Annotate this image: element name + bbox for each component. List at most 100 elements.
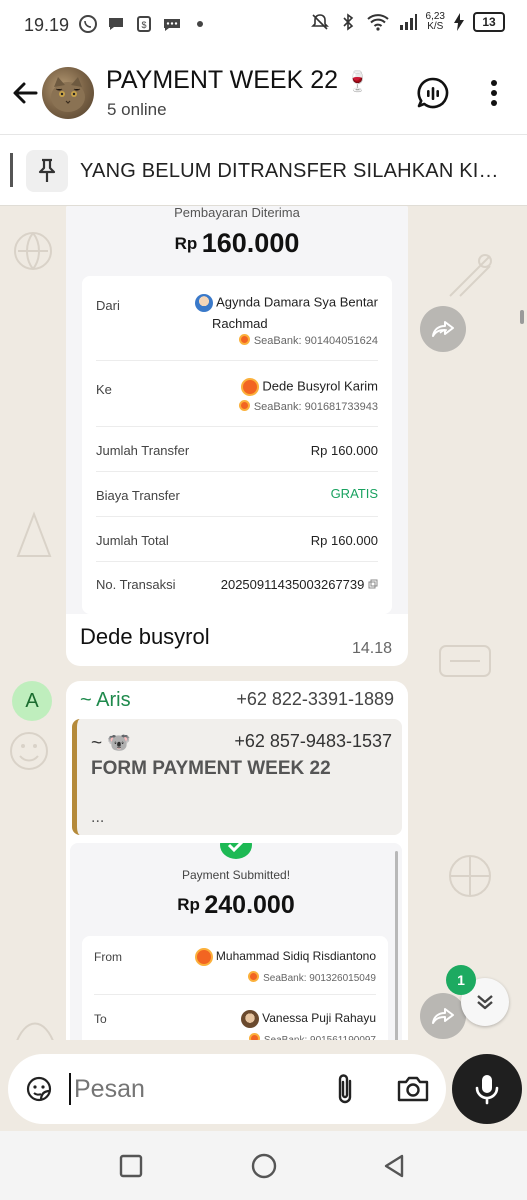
- forward-button[interactable]: [420, 993, 466, 1039]
- from-name-line1: Agynda Damara Sya Bentar: [216, 294, 378, 310]
- copy-icon[interactable]: [368, 579, 378, 589]
- voice-record-button[interactable]: [452, 1054, 522, 1124]
- to-name-text: Vanessa Puji Rahayu: [262, 1011, 376, 1026]
- pin-icon: [38, 158, 56, 182]
- text-cursor: [69, 1073, 71, 1105]
- to-bank: SeaBank: 901681733943: [178, 400, 378, 413]
- from-bank-text: SeaBank: 901326015049: [263, 973, 376, 984]
- from-label: Dari: [96, 298, 120, 313]
- chat-title[interactable]: PAYMENT WEEK 22 🍷: [106, 66, 370, 95]
- sender-name[interactable]: ~ Aris: [80, 689, 131, 712]
- message-composer[interactable]: [8, 1054, 446, 1124]
- microphone-icon: [475, 1075, 499, 1105]
- from-name-line2: Rachmad: [212, 316, 268, 331]
- amount-prefix: Rp: [174, 234, 198, 253]
- signal-icon: [399, 14, 417, 30]
- to-bank-text: SeaBank: 901681733943: [253, 401, 378, 413]
- pinned-message-text: YANG BELUM DITRANSFER SILAHKAN KIRI...: [80, 160, 510, 182]
- receipt-heading: Pembayaran Diterima: [174, 206, 300, 220]
- back-arrow-icon[interactable]: [10, 78, 40, 108]
- svg-text:$: $: [141, 20, 146, 30]
- sender-avatar: [194, 948, 213, 966]
- chat-header: PAYMENT WEEK 22 🍷 5 online: [0, 52, 527, 134]
- camera-icon[interactable]: [396, 1074, 430, 1104]
- sender-phone: +62 822-3391-1889: [236, 689, 394, 709]
- quoted-message[interactable]: ~ 🐨 +62 857-9483-1537 FORM PAYMENT WEEK …: [72, 719, 402, 835]
- chat-area[interactable]: Pembayaran Diterima Rp 160.000 Dari Agyn…: [0, 206, 527, 1131]
- check-badge: [220, 843, 252, 859]
- wine-emoji: 🍷: [344, 71, 370, 93]
- pinned-message-bar[interactable]: YANG BELUM DITRANSFER SILAHKAN KIRI...: [0, 134, 527, 206]
- more-notifications-dot-icon: [197, 21, 203, 27]
- scroll-indicator[interactable]: [520, 310, 524, 324]
- home-circle-icon[interactable]: [251, 1153, 277, 1179]
- checkmark-icon: [227, 843, 244, 853]
- chat-title-text: PAYMENT WEEK 22: [106, 66, 339, 94]
- sticker-icon[interactable]: [24, 1074, 54, 1104]
- transaction-id: 20250911435003267739: [221, 577, 378, 592]
- status-time: 19.19: [24, 15, 70, 35]
- message-input[interactable]: [74, 1070, 324, 1108]
- more-options-icon[interactable]: [484, 78, 504, 108]
- sender-avatar[interactable]: A: [12, 681, 52, 721]
- mute-bell-icon: [310, 14, 329, 30]
- amount-value: 240.000: [204, 891, 295, 919]
- wifi-icon: [366, 14, 389, 31]
- divider: [96, 516, 378, 517]
- divider: [96, 471, 378, 472]
- sender-avatar: [195, 294, 214, 312]
- back-triangle-icon[interactable]: [382, 1153, 406, 1179]
- transfer-details-card: Dari Agynda Damara Sya Bentar Rachmad Se…: [82, 276, 392, 614]
- message-dots-icon: [164, 19, 180, 31]
- wallet-icon: $: [137, 16, 151, 32]
- amount-prefix: Rp: [177, 895, 200, 914]
- wallpaper-doodle-icon: [10, 732, 48, 770]
- wallpaper-doodle-icon: [439, 645, 491, 677]
- receipt-heading: Payment Submitted!: [181, 868, 291, 882]
- unread-badge: 1: [446, 965, 476, 995]
- network-speed: 6,23 K/S: [426, 12, 445, 32]
- divider: [96, 426, 378, 427]
- to-label: To: [94, 1012, 107, 1026]
- cat-photo-icon: [51, 77, 85, 112]
- from-bank: SeaBank: 901326015049: [156, 971, 376, 984]
- notification-icons: $: [78, 14, 210, 34]
- wallpaper-doodle-icon: [449, 855, 491, 897]
- recents-square-icon[interactable]: [119, 1154, 143, 1178]
- quote-author: ~ 🐨: [91, 733, 132, 754]
- from-name: Agynda Damara Sya Bentar: [188, 294, 378, 312]
- voice-chat-icon[interactable]: [416, 76, 450, 110]
- divider: [96, 561, 378, 562]
- to-name: Vanessa Puji Rahayu: [156, 1010, 376, 1028]
- recipient-avatar: [240, 378, 259, 396]
- receipt-image[interactable]: Pembayaran Diterima Rp 160.000 Dari Agyn…: [66, 206, 408, 614]
- forward-icon: [432, 1008, 454, 1024]
- wallpaper-doodle-icon: [449, 254, 492, 297]
- forward-button[interactable]: [420, 306, 466, 352]
- status-bar: 19.19 $ 6,23 K/S 13: [0, 0, 527, 52]
- detail-value-gratis: GRATIS: [330, 486, 378, 501]
- chat-bubble-icon: [109, 18, 123, 30]
- quote-phone: +62 857-9483-1537: [234, 731, 392, 751]
- message-bubble[interactable]: Pembayaran Diterima Rp 160.000 Dari Agyn…: [66, 206, 408, 666]
- whatsapp-icon: [79, 15, 97, 33]
- forward-icon: [432, 321, 454, 337]
- from-name-text: Muhammad Sidiq Risdiantono: [215, 949, 376, 964]
- battery-indicator: 13: [473, 12, 505, 32]
- detail-label: Jumlah Total: [96, 533, 169, 548]
- pin-button[interactable]: [26, 150, 68, 192]
- attach-paperclip-icon[interactable]: [333, 1072, 357, 1106]
- double-chevron-down-icon: [477, 995, 493, 1010]
- detail-value: Rp 160.000: [310, 533, 378, 548]
- wallpaper-doodle-icon: [14, 232, 52, 270]
- quote-ellipsis: ...: [91, 809, 105, 826]
- from-name: Muhammad Sidiq Risdiantono: [136, 948, 376, 966]
- to-name: Dede Busyrol Karim: [178, 378, 378, 396]
- detail-label: No. Transaksi: [96, 577, 176, 592]
- system-icons: 6,23 K/S 13: [310, 12, 505, 32]
- group-avatar[interactable]: [42, 67, 94, 119]
- transaction-id-text: 20250911435003267739: [220, 577, 365, 592]
- divider: [94, 994, 376, 995]
- message-caption: Dede busyrol: [80, 624, 210, 649]
- online-count: 5 online: [107, 100, 167, 119]
